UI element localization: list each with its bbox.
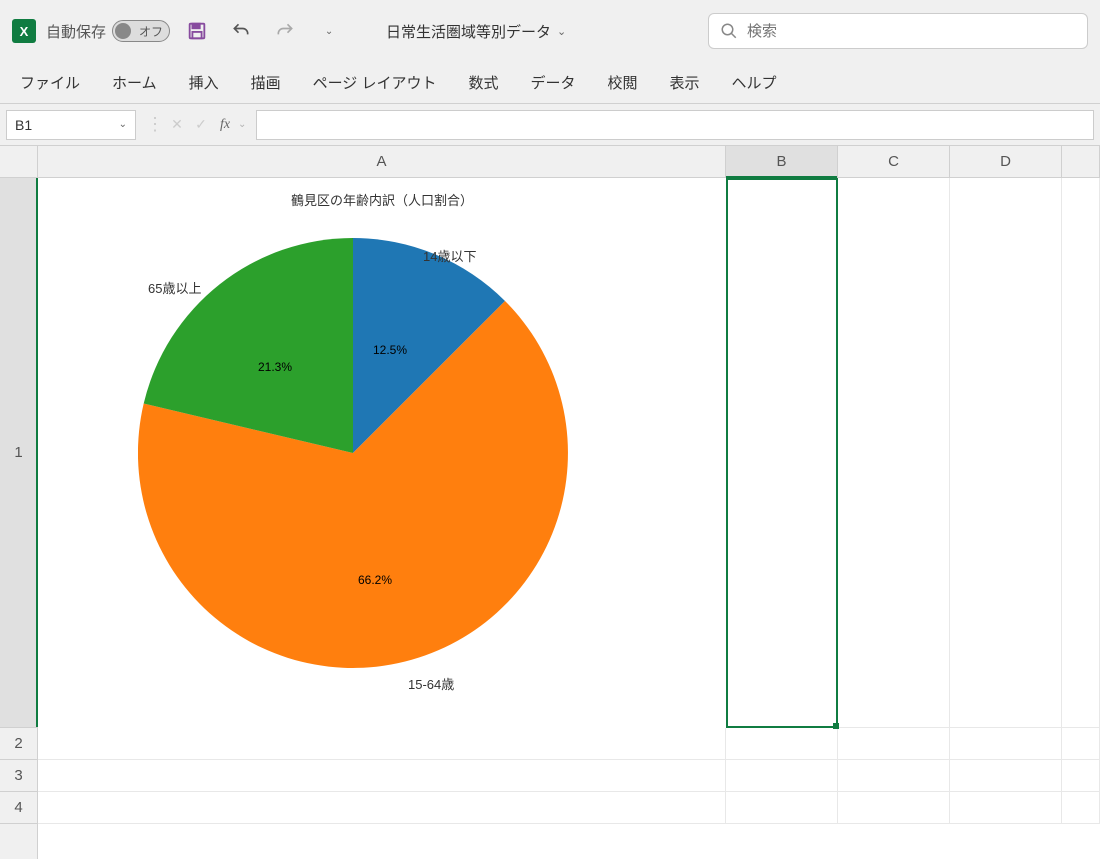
cell-A4[interactable] (38, 792, 726, 823)
pie-chart[interactable]: 鶴見区の年齢内訳（人口割合） 14歳以下 (38, 178, 726, 728)
cell-A2[interactable] (38, 728, 726, 759)
chart-data-label-65over: 21.3% (258, 360, 292, 374)
tab-insert[interactable]: 挿入 (173, 62, 235, 103)
excel-app-icon: X (12, 19, 36, 43)
chart-title: 鶴見区の年齢内訳（人口割合） (50, 190, 714, 209)
chevron-down-icon: ⌄ (119, 119, 127, 130)
filename-button[interactable]: 日常生活圏域等別データ ⌄ (386, 21, 566, 42)
cell-D4[interactable] (950, 792, 1062, 823)
cell-C4[interactable] (838, 792, 950, 823)
row-header-1[interactable]: 1 (0, 178, 37, 728)
cell-E4[interactable] (1062, 792, 1100, 823)
qat-dropdown[interactable]: ⌄ (312, 14, 346, 48)
cell-B3[interactable] (726, 760, 838, 791)
tab-formulas[interactable]: 数式 (452, 62, 514, 103)
chart-label-65over: 65歳以上 (148, 278, 201, 297)
cell-B2[interactable] (726, 728, 838, 759)
autosave-state: オフ (139, 23, 163, 40)
save-button[interactable] (180, 14, 214, 48)
ribbon-tabs: ファイル ホーム 挿入 描画 ページ レイアウト 数式 データ 校閲 表示 ヘル… (0, 62, 1100, 104)
search-icon (720, 22, 738, 43)
undo-button[interactable] (224, 14, 258, 48)
cell-B1[interactable] (726, 178, 838, 727)
column-header-C[interactable]: C (838, 146, 950, 177)
cell-D2[interactable] (950, 728, 1062, 759)
select-all-corner[interactable] (0, 146, 38, 178)
tab-file[interactable]: ファイル (4, 62, 96, 103)
chevron-down-icon: ⌄ (557, 25, 566, 38)
chevron-down-icon: ⌄ (238, 119, 246, 130)
column-header-A[interactable]: A (38, 146, 726, 177)
redo-button[interactable] (268, 14, 302, 48)
cell-E1[interactable] (1062, 178, 1100, 727)
cell-D1[interactable] (950, 178, 1062, 727)
row-header-4[interactable]: 4 (0, 792, 37, 824)
tab-review[interactable]: 校閲 (592, 62, 654, 103)
column-header-extra[interactable] (1062, 146, 1100, 177)
cell-E3[interactable] (1062, 760, 1100, 791)
cancel-formula-button[interactable]: ✕ (166, 114, 188, 136)
autosave-toggle[interactable]: オフ (112, 20, 170, 42)
search-input[interactable] (708, 13, 1088, 49)
chart-data-label-15-64: 66.2% (358, 573, 392, 587)
tab-draw[interactable]: 描画 (235, 62, 297, 103)
cell-D3[interactable] (950, 760, 1062, 791)
chart-data-label-14under: 12.5% (373, 343, 407, 357)
row-header-2[interactable]: 2 (0, 728, 37, 760)
column-header-B[interactable]: B (726, 146, 838, 177)
tab-page-layout[interactable]: ページ レイアウト (297, 62, 453, 103)
tab-help[interactable]: ヘルプ (716, 62, 793, 103)
cell-A3[interactable] (38, 760, 726, 791)
name-box[interactable]: B1 ⌄ (6, 110, 136, 140)
filename-text: 日常生活圏域等別データ (386, 21, 551, 42)
name-box-value: B1 (15, 117, 32, 133)
chart-label-14under: 14歳以下 (423, 246, 476, 265)
chart-label-15-64: 15-64歳 (408, 674, 454, 693)
row-header-3[interactable]: 3 (0, 760, 37, 792)
fx-button[interactable]: fx (214, 114, 236, 136)
cell-B4[interactable] (726, 792, 838, 823)
cells-grid[interactable]: 鶴見区の年齢内訳（人口割合） 14歳以下 (38, 178, 1100, 859)
tab-view[interactable]: 表示 (654, 62, 716, 103)
autosave-label: 自動保存 (46, 21, 106, 42)
cell-C3[interactable] (838, 760, 950, 791)
chevron-down-icon: ⌄ (325, 26, 333, 37)
enter-formula-button[interactable]: ✓ (190, 114, 212, 136)
tab-data[interactable]: データ (515, 62, 592, 103)
cell-C2[interactable] (838, 728, 950, 759)
column-header-D[interactable]: D (950, 146, 1062, 177)
cell-E2[interactable] (1062, 728, 1100, 759)
cell-C1[interactable] (838, 178, 950, 727)
tab-home[interactable]: ホーム (96, 62, 173, 103)
formula-input[interactable] (256, 110, 1094, 140)
